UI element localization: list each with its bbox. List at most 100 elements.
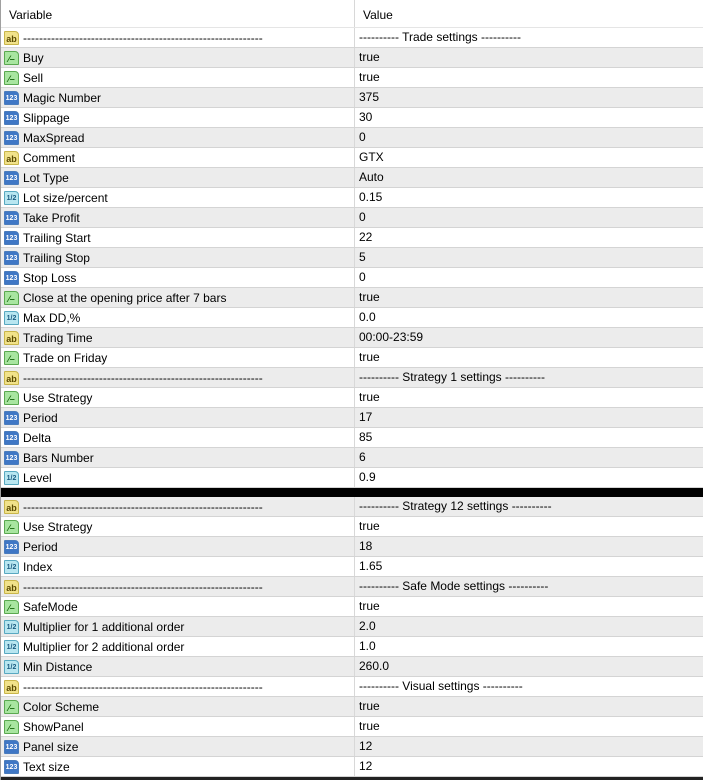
value-cell[interactable]: 18 bbox=[355, 537, 703, 556]
value-cell[interactable]: 12 bbox=[355, 737, 703, 756]
variable-cell: 123 Trailing Stop bbox=[1, 248, 355, 267]
value-cell[interactable]: GTX bbox=[355, 148, 703, 167]
table-row[interactable]: 1/2 Max DD,% 0.0 bbox=[1, 308, 703, 328]
value-cell[interactable]: 2.0 bbox=[355, 617, 703, 636]
table-row[interactable]: 123 Magic Number 375 bbox=[1, 88, 703, 108]
variable-cell: ⁄– SafeMode bbox=[1, 597, 355, 616]
table-row[interactable]: ab --------------------------------------… bbox=[1, 677, 703, 697]
variable-name: Min Distance bbox=[23, 659, 93, 674]
value-cell[interactable]: ---------- Trade settings ---------- bbox=[355, 28, 703, 47]
value-cell[interactable]: 0.0 bbox=[355, 308, 703, 327]
value-cell[interactable]: 85 bbox=[355, 428, 703, 447]
variable-name: Index bbox=[23, 559, 53, 574]
value-cell[interactable]: true bbox=[355, 68, 703, 87]
value-cell[interactable]: 22 bbox=[355, 228, 703, 247]
column-header-value[interactable]: Value bbox=[355, 0, 703, 27]
variable-cell: ab --------------------------------------… bbox=[1, 577, 355, 596]
table-row[interactable]: ⁄– Use Strategy true bbox=[1, 517, 703, 537]
table-row[interactable]: 1/2 Level 0.9 bbox=[1, 468, 703, 488]
variable-name: Use Strategy bbox=[23, 390, 93, 405]
table-row[interactable]: ab --------------------------------------… bbox=[1, 368, 703, 388]
value-cell[interactable]: 260.0 bbox=[355, 657, 703, 676]
table-row[interactable]: ⁄– Color Scheme true bbox=[1, 697, 703, 717]
variable-cell: 123 MaxSpread bbox=[1, 128, 355, 147]
value-cell[interactable]: ---------- Visual settings ---------- bbox=[355, 677, 703, 696]
table-row[interactable]: ⁄– Use Strategy true bbox=[1, 388, 703, 408]
table-row[interactable]: ⁄– SafeMode true bbox=[1, 597, 703, 617]
table-row[interactable]: 123 Delta 85 bbox=[1, 428, 703, 448]
table-row[interactable]: 123 Period 18 bbox=[1, 537, 703, 557]
table-row[interactable]: ⁄– Buy true bbox=[1, 48, 703, 68]
table-row[interactable]: 123 Trailing Stop 5 bbox=[1, 248, 703, 268]
value-cell[interactable]: 6 bbox=[355, 448, 703, 467]
value-cell[interactable]: ---------- Safe Mode settings ---------- bbox=[355, 577, 703, 596]
variable-name: Trade on Friday bbox=[23, 350, 108, 365]
column-header-variable[interactable]: Variable bbox=[1, 0, 355, 27]
double-icon: 1/2 bbox=[4, 639, 19, 654]
table-row[interactable]: ⁄– Close at the opening price after 7 bar… bbox=[1, 288, 703, 308]
value-cell[interactable]: 0 bbox=[355, 268, 703, 287]
variable-cell: 1/2 Index bbox=[1, 557, 355, 576]
table-row[interactable]: ab Trading Time 00:00-23:59 bbox=[1, 328, 703, 348]
value-cell[interactable]: 1.0 bbox=[355, 637, 703, 656]
table-row[interactable]: 123 MaxSpread 0 bbox=[1, 128, 703, 148]
table-row[interactable]: 123 Stop Loss 0 bbox=[1, 268, 703, 288]
variable-name: SafeMode bbox=[23, 599, 78, 614]
inputs-table: Variable Value ab -----------------------… bbox=[0, 0, 703, 780]
variable-cell: ⁄– Use Strategy bbox=[1, 517, 355, 536]
double-icon: 1/2 bbox=[4, 619, 19, 634]
variable-name: Trading Time bbox=[23, 330, 93, 345]
table-row[interactable]: 123 Period 17 bbox=[1, 408, 703, 428]
table-row[interactable]: ab --------------------------------------… bbox=[1, 497, 703, 517]
value-cell[interactable]: 30 bbox=[355, 108, 703, 127]
value-cell[interactable]: ---------- Strategy 1 settings ---------… bbox=[355, 368, 703, 387]
table-row[interactable]: 123 Lot Type Auto bbox=[1, 168, 703, 188]
table-row[interactable]: 1/2 Lot size/percent 0.15 bbox=[1, 188, 703, 208]
value-cell[interactable]: 0 bbox=[355, 128, 703, 147]
table-row[interactable]: 123 Bars Number 6 bbox=[1, 448, 703, 468]
table-row[interactable]: 123 Take Profit 0 bbox=[1, 208, 703, 228]
value-cell[interactable]: 375 bbox=[355, 88, 703, 107]
value-cell[interactable]: 0.15 bbox=[355, 188, 703, 207]
value-cell[interactable]: true bbox=[355, 717, 703, 736]
value-cell[interactable]: 12 bbox=[355, 757, 703, 776]
table-row[interactable]: ⁄– Sell true bbox=[1, 68, 703, 88]
variable-name: Use Strategy bbox=[23, 519, 93, 534]
table-row[interactable]: 1/2 Min Distance 260.0 bbox=[1, 657, 703, 677]
table-row[interactable]: 123 Text size 12 bbox=[1, 757, 703, 777]
value-cell[interactable]: 00:00-23:59 bbox=[355, 328, 703, 347]
integer-icon: 123 bbox=[4, 130, 19, 145]
value-cell[interactable]: true bbox=[355, 48, 703, 67]
double-icon: 1/2 bbox=[4, 310, 19, 325]
integer-icon: 123 bbox=[4, 90, 19, 105]
table-row[interactable]: 1/2 Index 1.65 bbox=[1, 557, 703, 577]
value-cell[interactable]: 17 bbox=[355, 408, 703, 427]
value-cell[interactable]: 1.65 bbox=[355, 557, 703, 576]
table-row[interactable]: 123 Panel size 12 bbox=[1, 737, 703, 757]
table-row[interactable]: 1/2 Multiplier for 2 additional order 1.0 bbox=[1, 637, 703, 657]
value-cell[interactable]: 0 bbox=[355, 208, 703, 227]
value-cell[interactable]: true bbox=[355, 697, 703, 716]
variable-name: Panel size bbox=[23, 739, 79, 754]
value-cell[interactable]: true bbox=[355, 517, 703, 536]
table-row[interactable]: 1/2 Multiplier for 1 additional order 2.0 bbox=[1, 617, 703, 637]
value-cell[interactable]: true bbox=[355, 288, 703, 307]
variable-name: Multiplier for 2 additional order bbox=[23, 639, 185, 654]
table-row[interactable]: ⁄– Trade on Friday true bbox=[1, 348, 703, 368]
value-cell[interactable]: true bbox=[355, 597, 703, 616]
variable-cell: 123 Trailing Start bbox=[1, 228, 355, 247]
variable-name: Lot Type bbox=[23, 170, 69, 185]
table-row[interactable]: ⁄– ShowPanel true bbox=[1, 717, 703, 737]
double-icon: 1/2 bbox=[4, 470, 19, 485]
table-row[interactable]: ab Comment GTX bbox=[1, 148, 703, 168]
table-row[interactable]: 123 Trailing Start 22 bbox=[1, 228, 703, 248]
value-cell[interactable]: 5 bbox=[355, 248, 703, 267]
table-row[interactable]: 123 Slippage 30 bbox=[1, 108, 703, 128]
value-cell[interactable]: true bbox=[355, 348, 703, 367]
table-row[interactable]: ab --------------------------------------… bbox=[1, 28, 703, 48]
value-cell[interactable]: 0.9 bbox=[355, 468, 703, 487]
value-cell[interactable]: Auto bbox=[355, 168, 703, 187]
value-cell[interactable]: true bbox=[355, 388, 703, 407]
value-cell[interactable]: ---------- Strategy 12 settings --------… bbox=[355, 497, 703, 516]
table-row[interactable]: ab --------------------------------------… bbox=[1, 577, 703, 597]
